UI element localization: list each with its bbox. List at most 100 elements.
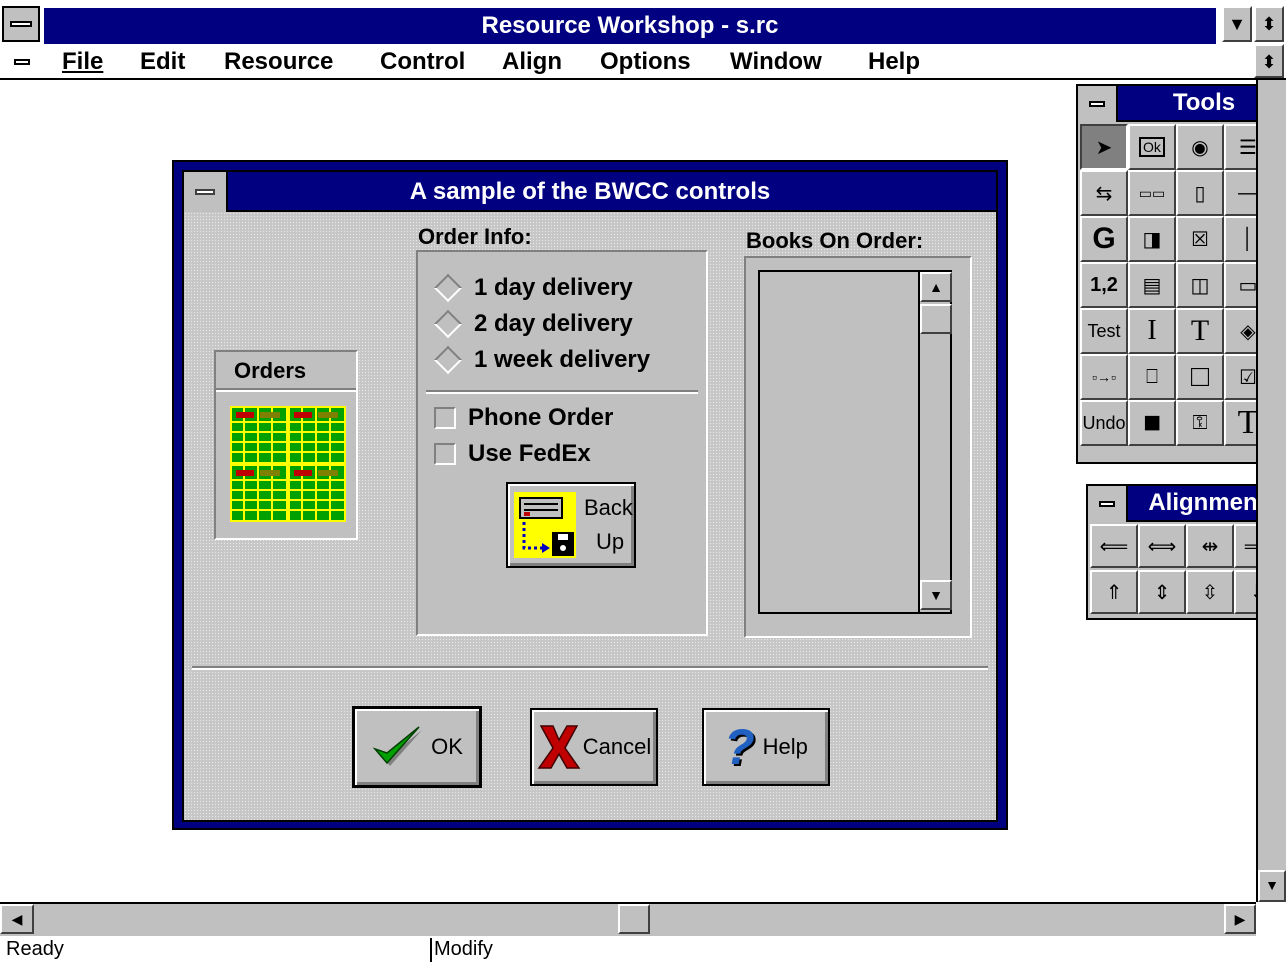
restore-button[interactable]: ⬍ xyxy=(1254,6,1284,42)
horizontal-scrollbar-tool[interactable]: ▭▭ xyxy=(1128,170,1176,216)
backup-button[interactable]: Back Up xyxy=(506,482,636,568)
order-info-label: Order Info: xyxy=(418,224,532,249)
menu-help[interactable]: Help xyxy=(868,46,920,78)
key-tool[interactable]: ⚿ xyxy=(1176,400,1224,446)
t-icon: T xyxy=(1190,314,1210,347)
books-list-scrollbar[interactable]: ▲ ▼ xyxy=(918,272,952,612)
combobox-icon: ▤ xyxy=(1142,274,1162,297)
g-icon: G xyxy=(1092,222,1116,255)
align-hcenter-tool[interactable]: ⟺ xyxy=(1138,524,1186,568)
document-restore-button[interactable]: ⬍ xyxy=(1254,44,1284,78)
radio-1-day[interactable]: 1 day delivery xyxy=(433,273,633,303)
menu-file[interactable]: File xyxy=(62,46,103,78)
menu-edit[interactable]: Edit xyxy=(140,46,185,78)
ok-tool-label: Ok xyxy=(1139,137,1165,157)
vscroll-list-tool[interactable]: ◨ xyxy=(1128,216,1176,262)
tab-order-tool[interactable]: 1,2 xyxy=(1080,262,1128,308)
vertical-scrollbar-tool[interactable]: ▯ xyxy=(1176,170,1224,216)
radio-diamond-icon xyxy=(433,309,463,339)
status-bar: Ready Modify xyxy=(0,936,1286,964)
radio-1-week-label: 1 week delivery xyxy=(474,346,651,373)
align-vcenter-tool[interactable]: ⇕ xyxy=(1138,570,1186,614)
main-scroll-left-button[interactable]: ◀ xyxy=(0,904,34,934)
checkbox-icon xyxy=(434,443,456,465)
check-use-fedex-label: Use FedEx xyxy=(468,440,591,467)
menu-edit-label: Edit xyxy=(140,48,186,75)
ok-label: OK xyxy=(431,734,463,759)
align-vspace-tool[interactable]: ⇳ xyxy=(1186,570,1234,614)
edit-list-icon: ◫ xyxy=(1190,274,1210,297)
menu-resource-label: Resource xyxy=(224,48,334,75)
help-button[interactable]: ? Help xyxy=(702,708,830,786)
tab-order-label: 1,2 xyxy=(1090,273,1118,296)
books-listbox[interactable]: ▲ ▼ xyxy=(758,270,952,614)
tools-palette-system-button[interactable] xyxy=(1078,86,1118,122)
edit-list-tool[interactable]: ◫ xyxy=(1176,262,1224,308)
test-tool[interactable]: Test xyxy=(1080,308,1128,354)
hline-icon: ― xyxy=(1238,181,1258,204)
hscroll-tool[interactable]: ⇆ xyxy=(1080,170,1128,216)
menu-resource[interactable]: Resource xyxy=(224,46,333,78)
alignment-palette-system-button[interactable] xyxy=(1088,486,1128,522)
push-button-tool[interactable]: Ok xyxy=(1128,124,1176,170)
menu-options[interactable]: Options xyxy=(600,46,691,78)
main-scroll-thumb[interactable] xyxy=(618,904,650,934)
menu-align[interactable]: Align xyxy=(502,46,562,78)
main-vertical-scrollbar[interactable]: ▼ xyxy=(1256,80,1286,902)
undo-label: Undo xyxy=(1082,412,1126,433)
app-system-menu-button[interactable] xyxy=(2,6,40,42)
menu-control-label: Control xyxy=(380,48,466,75)
scroll-down-button[interactable]: ▼ xyxy=(920,580,952,610)
menu-window-label: Window xyxy=(730,48,822,75)
cancel-button[interactable]: Cancel xyxy=(530,708,658,786)
menu-window[interactable]: Window xyxy=(730,46,822,78)
checkbox-tool[interactable]: ☒ xyxy=(1176,216,1224,262)
computer-icon: ⎕ xyxy=(1146,365,1158,388)
orders-separator xyxy=(216,388,356,392)
pointer-tool[interactable]: ➤ xyxy=(1080,124,1128,170)
main-scroll-down-button[interactable]: ▼ xyxy=(1258,870,1286,902)
system-menu-icon xyxy=(195,189,215,195)
left-right-arrow-icon: ⟺ xyxy=(1147,535,1177,558)
scroll-thumb[interactable] xyxy=(920,304,952,334)
app-titlebar: Resource Workshop - s.rc ▼ ⬍ xyxy=(0,0,1286,44)
radio-diamond-icon xyxy=(433,273,463,303)
system-menu-icon xyxy=(1089,101,1105,107)
dialog-window[interactable]: A sample of the BWCC controls Orders Ord… xyxy=(172,160,1008,830)
undo-tool[interactable]: Undo xyxy=(1080,400,1128,446)
group-tool[interactable]: G xyxy=(1080,216,1128,262)
panel-icon: ◨ xyxy=(1142,228,1162,251)
scroll-up-button[interactable]: ▲ xyxy=(920,272,952,302)
custom-control-tool[interactable]: ⎕ xyxy=(1128,354,1176,400)
check-use-fedex[interactable]: Use FedEx xyxy=(434,440,591,468)
dialog-title: A sample of the BWCC controls xyxy=(184,172,996,212)
radio-2-day[interactable]: 2 day delivery xyxy=(433,309,633,339)
dialog-system-menu-button[interactable] xyxy=(184,172,228,212)
radio-button-tool[interactable]: ◉ xyxy=(1176,124,1224,170)
combobox-tool[interactable]: ▤ xyxy=(1128,262,1176,308)
status-divider xyxy=(430,938,432,962)
check-phone-order[interactable]: Phone Order xyxy=(434,404,613,432)
radio-1-day-label: 1 day delivery xyxy=(474,274,633,301)
edit-text-tool[interactable]: I xyxy=(1128,308,1176,354)
radio-1-week[interactable]: 1 week delivery xyxy=(433,345,651,375)
document-system-menu-button[interactable] xyxy=(8,50,36,74)
menu-options-label: Options xyxy=(600,48,691,75)
orders-group[interactable]: Orders xyxy=(214,350,358,540)
black-frame-tool[interactable]: ■ xyxy=(1128,400,1176,446)
main-scroll-right-button[interactable]: ▶ xyxy=(1224,904,1256,934)
rectangle-tool[interactable]: □ xyxy=(1176,354,1224,400)
duplicate-tool[interactable]: ▫→▫ xyxy=(1080,354,1128,400)
static-text-tool[interactable]: T xyxy=(1176,308,1224,354)
horizontal-space-icon: ⇹ xyxy=(1201,535,1219,558)
backup-label-line2: Up xyxy=(596,529,625,554)
minimize-button[interactable]: ▼ xyxy=(1222,6,1252,42)
align-top-tool[interactable]: ⇑ xyxy=(1090,570,1138,614)
align-left-tool[interactable]: ⟸ xyxy=(1090,524,1138,568)
ok-button[interactable]: OK xyxy=(352,706,482,788)
cancel-label: Cancel xyxy=(582,734,652,759)
align-hspace-tool[interactable]: ⇹ xyxy=(1186,524,1234,568)
menu-control[interactable]: Control xyxy=(380,46,465,78)
black-square-icon: ■ xyxy=(1142,406,1162,439)
main-horizontal-scrollbar[interactable]: ◀ ▶ xyxy=(0,902,1256,936)
